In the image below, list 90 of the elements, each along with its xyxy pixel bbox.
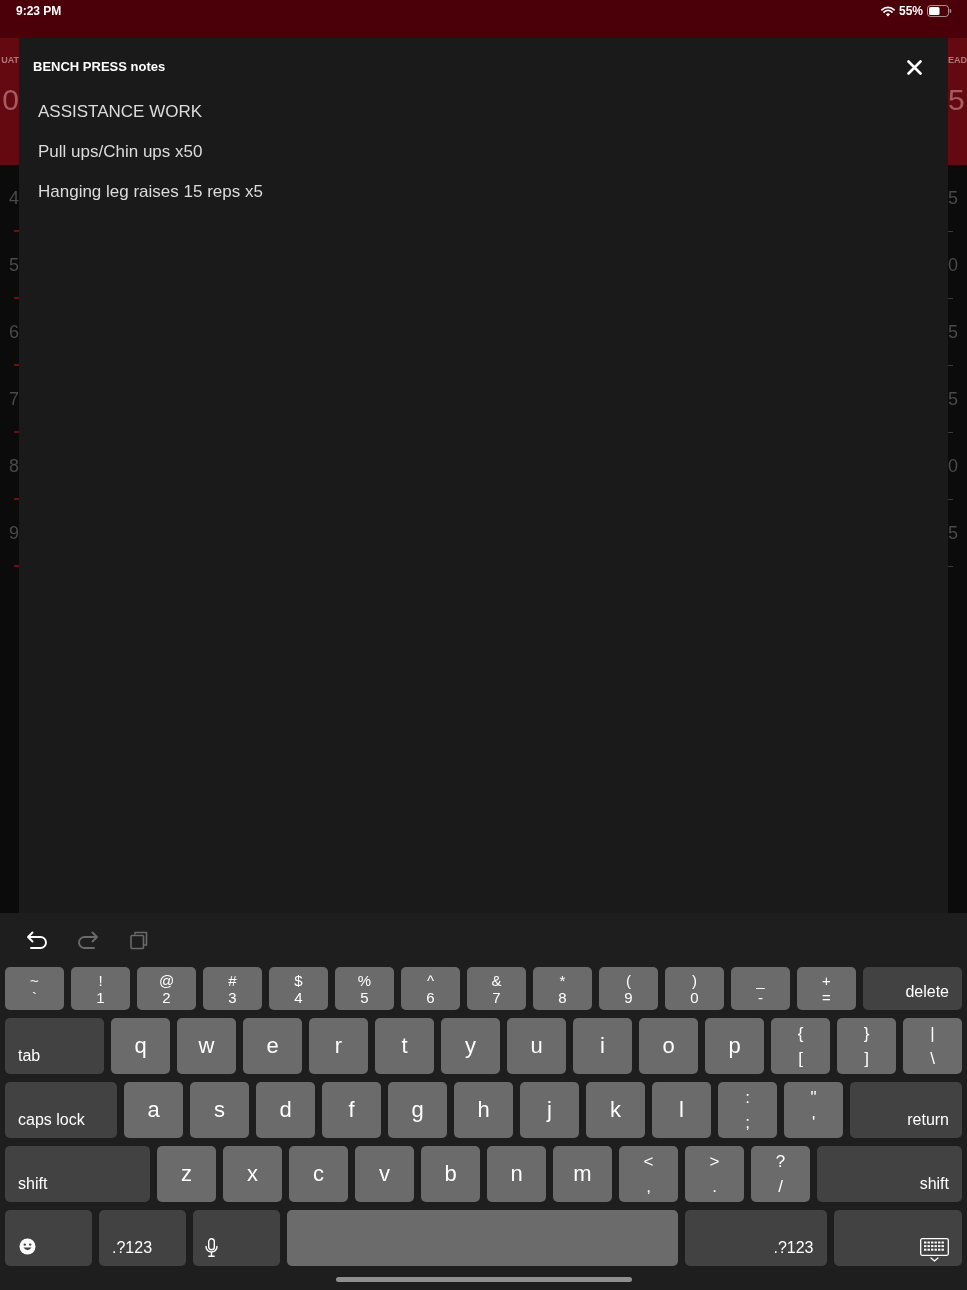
close-icon xyxy=(906,59,922,75)
column-value: 5 xyxy=(948,83,965,117)
letter-key[interactable]: v xyxy=(355,1146,414,1202)
hide-keyboard-key[interactable] xyxy=(833,1210,962,1266)
letter-key[interactable]: y xyxy=(441,1018,500,1074)
function-key[interactable]: tab xyxy=(5,1018,104,1074)
row-number: 5 xyxy=(9,254,19,275)
letter-key[interactable]: m xyxy=(553,1146,612,1202)
letter-key[interactable]: q xyxy=(111,1018,170,1074)
microphone-icon xyxy=(205,1238,218,1257)
letter-key[interactable]: i xyxy=(573,1018,632,1074)
symbol-key[interactable]: < , xyxy=(619,1146,678,1202)
row-number: 6 xyxy=(9,321,19,342)
letter-key[interactable]: b xyxy=(421,1146,480,1202)
letter-key[interactable]: a xyxy=(124,1082,183,1138)
function-key[interactable]: .?123 xyxy=(99,1210,186,1266)
letter-key[interactable]: c xyxy=(289,1146,348,1202)
note-line: Hanging leg raises 15 reps x5 xyxy=(38,181,263,203)
letter-key[interactable]: e xyxy=(243,1018,302,1074)
function-key[interactable]: caps lock xyxy=(5,1082,117,1138)
function-key[interactable]: .?123 xyxy=(685,1210,827,1266)
row-number: 0 xyxy=(948,255,958,275)
symbol-key[interactable]: & 7 xyxy=(467,967,526,1010)
symbol-key[interactable]: # 3 xyxy=(203,967,262,1010)
row-number: 8 xyxy=(9,455,19,476)
letter-key[interactable]: d xyxy=(256,1082,315,1138)
symbol-key[interactable]: | \ xyxy=(903,1018,962,1074)
letter-key[interactable]: o xyxy=(639,1018,698,1074)
function-key[interactable]: shift xyxy=(817,1146,962,1202)
undo-icon xyxy=(26,930,48,950)
row-number: 4 xyxy=(9,187,19,208)
dialog-title: BENCH PRESS notes xyxy=(33,58,166,76)
symbol-key[interactable]: ~ ` xyxy=(5,967,64,1010)
letter-key[interactable]: f xyxy=(322,1082,381,1138)
smiley-icon xyxy=(19,1238,36,1255)
letter-key[interactable]: x xyxy=(223,1146,282,1202)
row-number: 9 xyxy=(9,522,19,543)
row-number: 5 xyxy=(948,523,958,543)
function-key[interactable]: shift xyxy=(5,1146,150,1202)
row-number: 5 xyxy=(948,188,958,208)
row-number: 5 xyxy=(948,389,958,409)
function-key[interactable]: delete xyxy=(863,967,962,1010)
row-number: 5 xyxy=(948,322,958,342)
letter-key[interactable]: j xyxy=(520,1082,579,1138)
letter-key[interactable]: k xyxy=(586,1082,645,1138)
battery-percentage: 55% xyxy=(898,4,923,18)
emoji-key[interactable] xyxy=(5,1210,92,1266)
letter-key[interactable]: z xyxy=(157,1146,216,1202)
letter-key[interactable]: n xyxy=(487,1146,546,1202)
letter-key[interactable]: h xyxy=(454,1082,513,1138)
letter-key[interactable]: t xyxy=(375,1018,434,1074)
battery-icon xyxy=(927,5,952,17)
letter-key[interactable]: s xyxy=(190,1082,249,1138)
symbol-key[interactable]: { [ xyxy=(771,1018,830,1074)
symbol-key[interactable]: } ] xyxy=(837,1018,896,1074)
row-number: 7 xyxy=(9,388,19,409)
redo-icon xyxy=(77,930,99,950)
symbol-key[interactable]: " ' xyxy=(784,1082,843,1138)
symbol-key[interactable]: ! 1 xyxy=(71,967,130,1010)
symbol-key[interactable]: > . xyxy=(685,1146,744,1202)
letter-key[interactable]: r xyxy=(309,1018,368,1074)
symbol-key[interactable]: ? / xyxy=(751,1146,810,1202)
symbol-key[interactable]: : ; xyxy=(718,1082,777,1138)
letter-key[interactable]: l xyxy=(652,1082,711,1138)
symbol-key[interactable]: * 8 xyxy=(533,967,592,1010)
symbol-key[interactable]: % 5 xyxy=(335,967,394,1010)
symbol-key[interactable]: + = xyxy=(797,967,856,1010)
wifi-icon xyxy=(880,5,895,17)
symbol-key[interactable]: ^ 6 xyxy=(401,967,460,1010)
letter-key[interactable]: g xyxy=(388,1082,447,1138)
status-time: 9:23 PM xyxy=(16,4,62,18)
column-label: EAD xyxy=(948,55,967,65)
symbol-key[interactable]: _ - xyxy=(731,967,790,1010)
symbol-key[interactable]: ) 0 xyxy=(665,967,724,1010)
function-key[interactable]: return xyxy=(850,1082,962,1138)
letter-key[interactable]: u xyxy=(507,1018,566,1074)
dictation-key[interactable] xyxy=(193,1210,280,1266)
row-number: 0 xyxy=(948,456,958,476)
letter-key[interactable]: w xyxy=(177,1018,236,1074)
symbol-key[interactable]: @ 2 xyxy=(137,967,196,1010)
clipboard-icon xyxy=(130,930,148,950)
note-line: Pull ups/Chin ups x50 xyxy=(38,141,203,163)
symbol-key[interactable]: ( 9 xyxy=(599,967,658,1010)
column-value: 0 xyxy=(2,83,19,117)
keyboard-icon xyxy=(920,1238,949,1262)
notes-field[interactable]: ASSISTANCE WORK Pull ups/Chin ups x50 Hanging leg raises 15 reps x5 xyxy=(19,92,948,913)
letter-key[interactable]: p xyxy=(705,1018,764,1074)
symbol-key[interactable]: $ 4 xyxy=(269,967,328,1010)
column-label: UAT xyxy=(1,55,19,65)
note-line: ASSISTANCE WORK xyxy=(38,101,203,123)
